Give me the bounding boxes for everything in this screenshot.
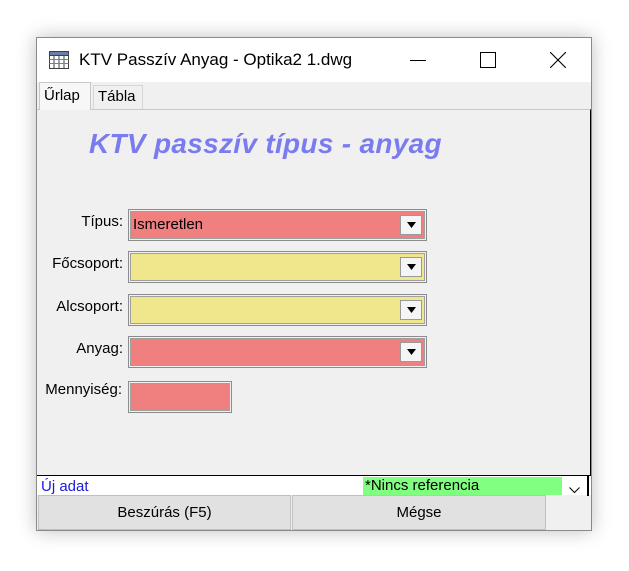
status-new-record: Új adat xyxy=(41,478,89,495)
tipus-label: Típus: xyxy=(81,213,123,230)
status-separator xyxy=(587,476,589,496)
title-bar[interactable]: KTV Passzív Anyag - Optika2 1.dwg xyxy=(37,38,591,82)
focsoport-label: Főcsoport: xyxy=(52,255,123,272)
cancel-button[interactable]: Mégse xyxy=(292,495,546,530)
dropdown-arrow-icon xyxy=(407,222,416,228)
window-title: KTV Passzív Anyag - Optika2 1.dwg xyxy=(79,50,353,69)
focsoport-dropdown[interactable] xyxy=(128,251,427,283)
close-button[interactable] xyxy=(535,38,581,82)
tipus-dropdown-button[interactable] xyxy=(400,215,422,235)
status-bar: Új adat *Nincs referencia xyxy=(37,475,591,496)
alcsoport-label: Alcsoport: xyxy=(56,298,123,315)
mennyiseg-value xyxy=(130,383,230,411)
insert-button[interactable]: Beszúrás (F5) xyxy=(38,495,291,530)
tipus-value: Ismeretlen xyxy=(133,216,204,233)
focsoport-dropdown-button[interactable] xyxy=(400,257,422,277)
dropdown-arrow-icon xyxy=(407,264,416,270)
reference-status: *Nincs referencia xyxy=(363,477,562,495)
close-icon xyxy=(550,52,566,68)
form-heading: KTV passzív típus - anyag xyxy=(89,128,442,159)
maximize-icon xyxy=(480,52,496,68)
table-icon xyxy=(49,51,69,69)
tipus-dropdown[interactable]: Ismeretlen xyxy=(128,209,427,241)
alcsoport-dropdown[interactable] xyxy=(128,294,427,326)
dropdown-arrow-icon xyxy=(407,349,416,355)
anyag-dropdown-button[interactable] xyxy=(400,342,422,362)
tab-strip: Űrlap Tábla xyxy=(37,82,591,110)
chevron-down-icon[interactable] xyxy=(569,481,580,499)
minimize-icon xyxy=(410,60,426,61)
anyag-dropdown[interactable] xyxy=(128,336,427,368)
anyag-label: Anyag: xyxy=(76,340,123,357)
mennyiseg-label: Mennyiség: xyxy=(45,381,122,398)
dialog-window: KTV Passzív Anyag - Optika2 1.dwg Űrlap … xyxy=(36,37,592,531)
minimize-button[interactable] xyxy=(395,38,441,82)
dropdown-arrow-icon xyxy=(407,307,416,313)
maximize-button[interactable] xyxy=(465,38,511,82)
form-panel: KTV passzív típus - anyag Típus: Ismeret… xyxy=(37,109,591,475)
mennyiseg-input[interactable] xyxy=(128,381,232,413)
tab-urlap[interactable]: Űrlap xyxy=(39,82,91,110)
tab-tabla[interactable]: Tábla xyxy=(93,85,143,109)
alcsoport-dropdown-button[interactable] xyxy=(400,300,422,320)
